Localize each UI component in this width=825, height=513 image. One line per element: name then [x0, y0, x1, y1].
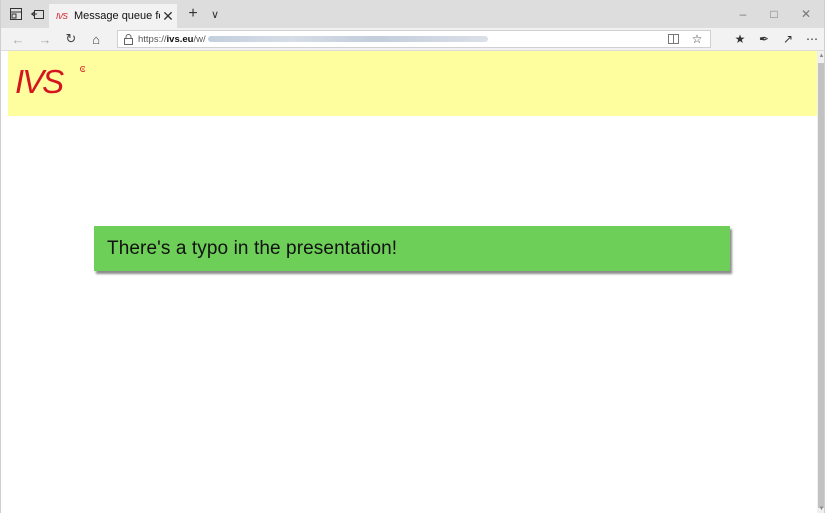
tabs-aside-icon[interactable]	[30, 7, 44, 21]
ivs-logo: IVS R	[15, 63, 85, 97]
ivs-favicon-icon: IVS	[56, 11, 68, 21]
svg-text:IVS: IVS	[15, 63, 64, 97]
share-icon[interactable]: ↗	[779, 31, 797, 47]
new-tab-icon[interactable]: +	[183, 5, 203, 23]
refresh-icon[interactable]: ↻	[62, 31, 80, 47]
reading-view-icon[interactable]	[666, 33, 680, 45]
maximize-icon[interactable]: □	[759, 4, 789, 24]
forward-arrow-icon[interactable]: →	[36, 31, 54, 47]
page-header: IVS R	[8, 51, 817, 116]
tab-preview-icon[interactable]	[9, 7, 23, 21]
back-arrow-icon[interactable]: ←	[9, 31, 27, 47]
navigation-bar: ← → ↻ ⌂ https://ivs.eu/w/ ☆ ★ ✒ ↗ ⋯	[1, 28, 824, 51]
home-icon[interactable]: ⌂	[87, 31, 105, 47]
scroll-down-icon[interactable]: ▼	[817, 504, 824, 513]
tab-strip: IVS Message queue for mar ✕ + ∨ – □ ✕	[1, 0, 824, 28]
scrollbar-thumb[interactable]	[818, 63, 824, 508]
minimize-icon[interactable]: –	[728, 4, 758, 24]
vertical-scrollbar[interactable]: ▲ ▼	[817, 51, 824, 513]
favorite-star-icon[interactable]: ☆	[690, 32, 704, 46]
url-text: https://ivs.eu/w/	[138, 33, 206, 45]
scroll-up-icon[interactable]: ▲	[817, 51, 824, 60]
chevron-down-icon[interactable]: ∨	[205, 5, 225, 23]
tab-title: Message queue for mar	[74, 10, 160, 22]
message-banner: There's a typo in the presentation!	[94, 226, 730, 271]
page-viewport: IVS R There's a typo in the presentation…	[8, 51, 817, 513]
active-tab[interactable]: IVS Message queue for mar ✕	[49, 4, 177, 28]
web-notes-icon[interactable]: ✒	[755, 31, 773, 47]
svg-text:R: R	[82, 68, 85, 72]
more-options-icon[interactable]: ⋯	[803, 31, 821, 47]
redacted-url-path	[207, 36, 488, 42]
close-window-icon[interactable]: ✕	[791, 4, 821, 24]
address-bar[interactable]: https://ivs.eu/w/ ☆	[117, 30, 711, 48]
favorites-hub-icon[interactable]: ★	[731, 31, 749, 47]
message-text: There's a typo in the presentation!	[107, 237, 398, 259]
browser-window: IVS Message queue for mar ✕ + ∨ – □ ✕ ← …	[0, 0, 825, 513]
close-tab-icon[interactable]: ✕	[160, 8, 176, 24]
lock-icon	[123, 33, 133, 45]
